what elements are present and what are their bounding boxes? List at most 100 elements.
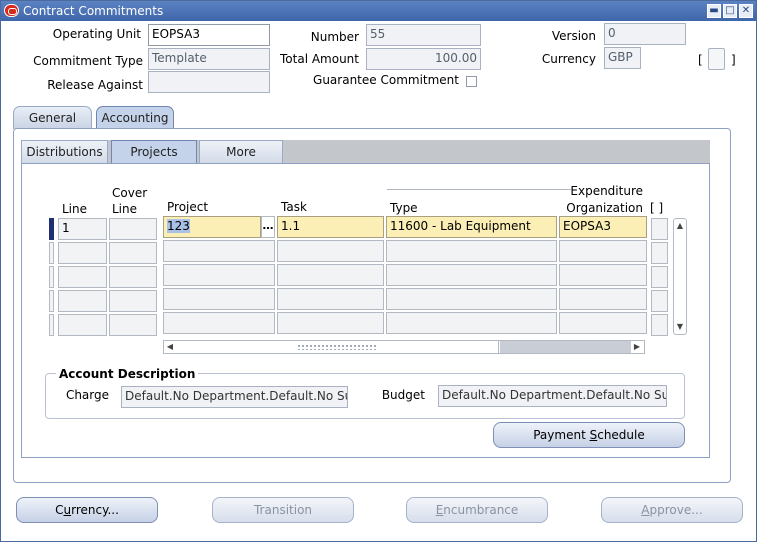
column-header-line: Line — [62, 202, 88, 216]
cover-line-cell[interactable] — [109, 266, 157, 288]
button-text: rrency... — [71, 503, 119, 517]
line-cell[interactable] — [58, 290, 107, 312]
payment-schedule-button[interactable]: Payment Schedule — [493, 422, 685, 448]
approve-button[interactable]: Approve... — [601, 497, 743, 523]
descriptive-flexfield[interactable] — [708, 48, 725, 70]
title-bar[interactable]: Contract Commitments ▬ □ ✕ — [1, 1, 756, 21]
column-header-cover-line: Cover Line — [112, 186, 148, 216]
column-header-task: Task — [281, 200, 307, 214]
button-text: chedule — [597, 428, 645, 442]
release-against-label: Release Against — [47, 78, 143, 92]
type-cell[interactable] — [386, 312, 557, 334]
task-cell[interactable] — [277, 288, 384, 310]
line-cell[interactable] — [58, 266, 107, 288]
row-flexfield-cell[interactable] — [651, 290, 668, 312]
window-title: Contract Commitments — [23, 4, 164, 18]
commitment-type-label: Commitment Type — [33, 54, 143, 68]
row-flexfield-cell[interactable] — [651, 242, 668, 264]
button-text: Payment — [533, 428, 590, 442]
guarantee-commitment-label: Guarantee Commitment — [313, 73, 459, 87]
close-icon[interactable]: ✕ — [739, 4, 753, 18]
expenditure-org-cell[interactable] — [559, 288, 647, 310]
scroll-down-icon[interactable]: ▼ — [674, 320, 686, 334]
contract-commitments-window: Contract Commitments ▬ □ ✕ Operating Uni… — [0, 0, 757, 542]
line-cell[interactable] — [58, 242, 107, 264]
maximize-icon[interactable]: □ — [723, 4, 737, 18]
charge-account-field[interactable]: Default.No Department.Default.No Sub — [121, 386, 348, 408]
currency-label: Currency — [541, 52, 596, 66]
task-cell[interactable] — [277, 312, 384, 334]
tab-accounting[interactable]: Accounting — [96, 106, 174, 129]
scroll-right-icon[interactable]: ▶ — [631, 341, 643, 353]
expenditure-org-cell[interactable]: EOPSA3 — [559, 216, 647, 238]
budget-account-field[interactable]: Default.No Department.Default.No Sub — [438, 385, 667, 407]
release-against-field[interactable] — [148, 71, 270, 93]
type-cell[interactable] — [386, 240, 557, 262]
flex-bracket-open: [ — [698, 53, 703, 67]
charge-label: Charge — [65, 388, 109, 402]
column-header-type: Type — [390, 201, 418, 215]
button-text: Transition — [253, 503, 313, 517]
transition-button[interactable]: Transition — [212, 497, 354, 523]
type-cell[interactable] — [386, 264, 557, 286]
budget-label: Budget — [381, 388, 425, 402]
oracle-logo-icon — [4, 4, 19, 17]
number-field[interactable]: 55 — [366, 24, 481, 46]
tab-general[interactable]: General — [13, 106, 92, 129]
cover-line-cell[interactable] — [109, 290, 157, 312]
currency-button[interactable]: Currency... — [16, 497, 158, 523]
horizontal-scroll-thumb[interactable] — [177, 341, 499, 353]
row-indicator[interactable] — [49, 290, 54, 312]
version-field[interactable]: 0 — [604, 23, 686, 45]
task-cell[interactable] — [277, 240, 384, 262]
row-flexfield-cell[interactable] — [651, 218, 668, 240]
total-amount-label: Total Amount — [280, 52, 359, 66]
guarantee-commitment-checkbox[interactable] — [466, 76, 477, 87]
subtab-distributions[interactable]: Distributions — [21, 140, 108, 163]
row-flexfield-cell[interactable] — [651, 314, 668, 336]
row-flexfield-cell[interactable] — [651, 266, 668, 288]
type-cell[interactable]: 11600 - Lab Equipment — [386, 216, 557, 238]
cover-line-cell[interactable] — [109, 242, 157, 264]
scroll-left-icon[interactable]: ◀ — [164, 341, 176, 353]
currency-field[interactable]: GBP — [604, 47, 641, 69]
line-cell[interactable]: 1 — [58, 218, 107, 240]
column-header-expenditure-org: Expenditure Organization — [566, 184, 643, 215]
cover-line-cell[interactable] — [109, 314, 157, 336]
expenditure-org-cell[interactable] — [559, 312, 647, 334]
button-accelerator: A — [641, 503, 650, 517]
task-cell[interactable] — [277, 264, 384, 286]
vertical-scrollbar[interactable]: ▲ ▼ — [673, 218, 687, 335]
row-indicator[interactable] — [49, 242, 54, 264]
project-value: 123 — [167, 219, 190, 233]
project-cell[interactable] — [163, 240, 275, 262]
operating-unit-field[interactable]: EOPSA3 — [148, 24, 270, 46]
button-text: pprove... — [649, 503, 703, 517]
task-cell[interactable]: 1.1 — [277, 216, 384, 238]
horizontal-scroll-track[interactable] — [500, 341, 631, 353]
expenditure-org-cell[interactable] — [559, 264, 647, 286]
total-amount-field[interactable]: 100.00 — [366, 48, 481, 70]
project-cell[interactable] — [163, 312, 275, 334]
cover-line-cell[interactable] — [109, 218, 157, 240]
expenditure-org-cell[interactable] — [559, 240, 647, 262]
row-indicator-current[interactable] — [49, 218, 54, 240]
list-of-values-button[interactable]: … — [261, 216, 275, 238]
version-label: Version — [551, 29, 596, 43]
subtab-projects[interactable]: Projects — [111, 140, 197, 163]
column-header-flexfield: [ ] — [650, 201, 664, 215]
minimize-icon[interactable]: ▬ — [707, 4, 721, 18]
project-cell[interactable] — [163, 288, 275, 310]
horizontal-scrollbar[interactable]: ◀ ▶ — [163, 340, 645, 354]
scroll-up-icon[interactable]: ▲ — [674, 219, 686, 233]
row-indicator[interactable] — [49, 266, 54, 288]
row-indicator[interactable] — [49, 314, 54, 336]
project-cell[interactable] — [163, 264, 275, 286]
project-cell[interactable]: 123 — [163, 216, 261, 238]
subtab-more[interactable]: More — [199, 140, 283, 163]
type-cell[interactable] — [386, 288, 557, 310]
line-cell[interactable] — [58, 314, 107, 336]
commitment-type-field[interactable]: Template — [148, 48, 270, 70]
encumbrance-button[interactable]: Encumbrance — [406, 497, 548, 523]
header-group-rule — [387, 189, 571, 190]
